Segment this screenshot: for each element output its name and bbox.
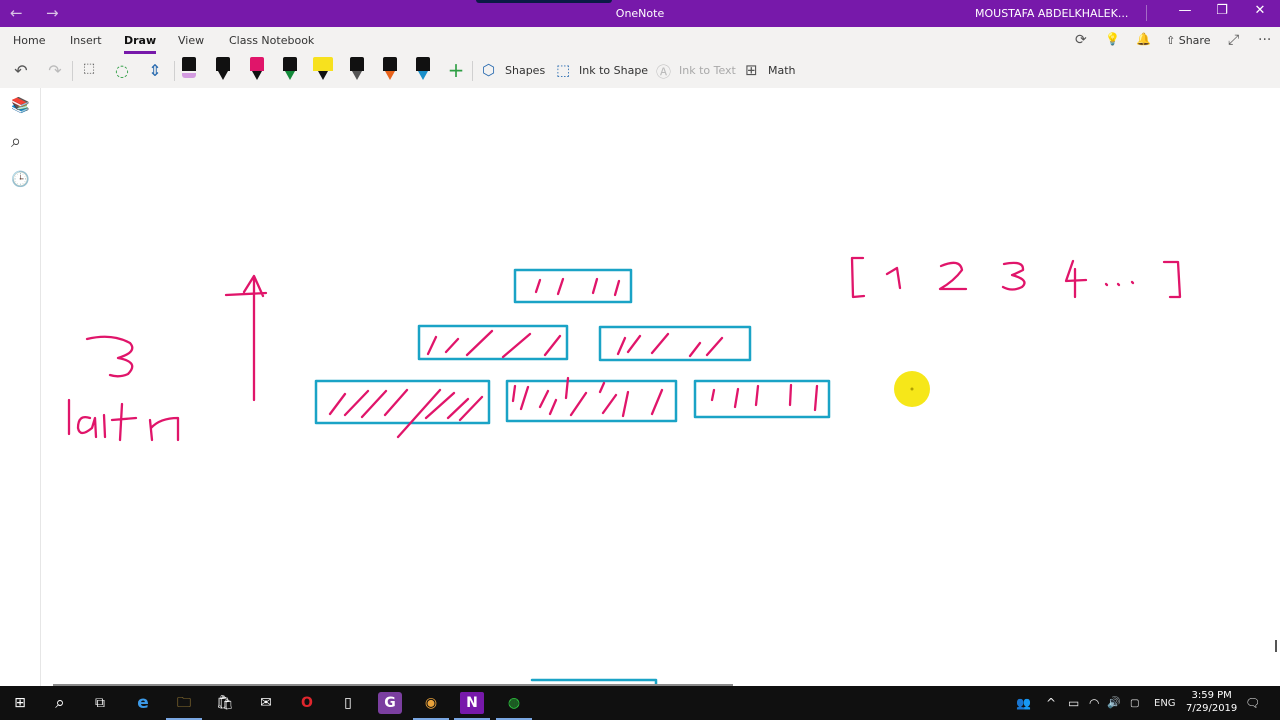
- ink-right-bracket: [1162, 260, 1182, 299]
- taskbar-clock[interactable]: 3:59 PM 7/29/2019: [1186, 689, 1237, 715]
- pen-tool-7[interactable]: [383, 57, 397, 83]
- toolbar-separator: [174, 61, 175, 81]
- toolbar-separator: [472, 61, 473, 81]
- close-button[interactable]: ✕: [1245, 3, 1275, 18]
- opera-icon[interactable]: O: [295, 692, 319, 714]
- math-button[interactable]: Math: [768, 64, 796, 77]
- windows-taskbar: ⊞ ⌕ ⧉ e 🗀 🛍 ✉ O ▯ G ◉ N ◍ 👥 ^ ▭ ◠ 🔊 ▢ EN…: [0, 686, 1280, 720]
- minimize-button[interactable]: —: [1170, 3, 1200, 18]
- chrome-icon[interactable]: ◉: [413, 692, 449, 720]
- recent-icon[interactable]: 🕒: [11, 170, 30, 188]
- ink-box-bottom-3: [693, 379, 831, 419]
- share-button[interactable]: ⇧ Share: [1166, 34, 1210, 47]
- share-label: Share: [1178, 34, 1211, 47]
- notebooks-icon[interactable]: 📚: [11, 96, 30, 114]
- search-icon[interactable]: ⌕: [48, 692, 72, 714]
- pen-tool-2[interactable]: [216, 57, 230, 83]
- blue-boxes: [314, 268, 831, 686]
- file-explorer-icon[interactable]: 🗀: [166, 692, 202, 720]
- clock-time: 3:59 PM: [1191, 690, 1232, 701]
- ink-drawing[interactable]: [41, 88, 1280, 686]
- search-icon[interactable]: ⌕: [11, 131, 21, 152]
- pen-tool-3-selected[interactable]: [250, 57, 264, 83]
- title-divider: [1146, 5, 1147, 21]
- math-icon[interactable]: ⊞: [745, 61, 758, 79]
- add-pen-icon[interactable]: +: [445, 58, 467, 82]
- tab-view[interactable]: View: [178, 34, 204, 47]
- ink-box-top: [513, 268, 633, 304]
- wifi-icon[interactable]: ◠: [1089, 696, 1099, 710]
- ink-box-bottom-2: [505, 379, 678, 423]
- store-icon[interactable]: 🛍: [213, 692, 237, 714]
- battery-icon[interactable]: ▭: [1068, 696, 1079, 710]
- undo-icon[interactable]: ↶: [10, 61, 32, 80]
- more-icon[interactable]: ···: [1258, 32, 1271, 48]
- ink-letter-i: [102, 413, 107, 439]
- onenote-icon[interactable]: N: [454, 692, 490, 720]
- shapes-button[interactable]: Shapes: [505, 64, 545, 77]
- ink-to-text-button: Ink to Text: [679, 64, 736, 77]
- lightbulb-icon[interactable]: 💡: [1105, 32, 1120, 46]
- task-view-icon[interactable]: ⧉: [88, 692, 112, 714]
- sync-icon[interactable]: ⟳: [1075, 32, 1087, 48]
- draw-toolbar: ↶ ↷ ⬚ ◌ ⇕ + ⬡ Shapes ⬚ Ink to Shape Ⓐ In…: [0, 55, 1280, 89]
- shapes-icon[interactable]: ⬡: [482, 61, 495, 79]
- file-icon[interactable]: ▯: [336, 692, 360, 714]
- user-name[interactable]: MOUSTAFA ABDELKHALEK...: [975, 7, 1128, 20]
- tab-draw[interactable]: Draw: [124, 34, 157, 54]
- restore-button[interactable]: ❐: [1207, 3, 1237, 18]
- pink-hatching: [67, 256, 1182, 442]
- bell-icon[interactable]: 🔔: [1136, 32, 1151, 46]
- left-navigation-rail: 📚 ⌕ 🕒: [0, 88, 41, 686]
- edge-icon[interactable]: e: [131, 692, 155, 714]
- ink-ellipsis: [1104, 280, 1135, 287]
- highlighter-tool[interactable]: [313, 57, 333, 83]
- app-icon[interactable]: ◍: [496, 692, 532, 720]
- ink-to-shape-icon[interactable]: ⬚: [556, 61, 570, 79]
- toolbar-separator: [72, 61, 73, 81]
- vertical-scrollbar[interactable]: [1275, 640, 1277, 652]
- ink-number-3: [85, 335, 134, 378]
- ink-letter-t: [110, 402, 138, 442]
- pdf-app-icon[interactable]: G: [378, 692, 402, 714]
- language-indicator[interactable]: ENG: [1154, 698, 1176, 709]
- tray-chevron-icon[interactable]: ^: [1046, 696, 1056, 710]
- pen-tool-4[interactable]: [283, 57, 297, 83]
- ink-digit-4: [1064, 259, 1088, 299]
- share-icon: ⇧: [1166, 34, 1179, 47]
- select-objects-icon[interactable]: ◌: [111, 61, 133, 80]
- title-bar: ← → OneNote MOUSTAFA ABDELKHALEK... — ❐ …: [0, 0, 1280, 27]
- ink-digit-2: [938, 261, 968, 291]
- ink-up-arrow: [224, 274, 268, 402]
- tab-class-notebook[interactable]: Class Notebook: [229, 34, 314, 47]
- start-icon[interactable]: ⊞: [8, 692, 32, 714]
- volume-icon[interactable]: 🔊: [1107, 696, 1121, 709]
- ink-letter-r: [148, 416, 180, 442]
- ink-digit-3: [1001, 261, 1026, 291]
- pen-tool-6[interactable]: [350, 57, 364, 83]
- window-drag-handle[interactable]: [476, 0, 612, 3]
- tab-home[interactable]: Home: [13, 34, 45, 47]
- pen-tool-8[interactable]: [416, 57, 430, 83]
- notifications-icon[interactable]: 🗨: [1245, 696, 1260, 710]
- ink-to-text-icon: Ⓐ: [656, 63, 672, 81]
- insert-space-icon[interactable]: ⇕: [144, 61, 166, 80]
- lasso-select-icon[interactable]: ⬚: [78, 61, 100, 76]
- mail-icon[interactable]: ✉: [254, 692, 278, 714]
- battery-status-icon[interactable]: ▢: [1130, 698, 1139, 709]
- ink-letter-a: [76, 415, 98, 439]
- pen-cursor-point: [910, 387, 914, 391]
- expand-icon[interactable]: ⤢: [1228, 32, 1239, 48]
- ink-to-shape-button[interactable]: Ink to Shape: [579, 64, 648, 77]
- ink-left-bracket: [850, 256, 866, 299]
- tab-insert[interactable]: Insert: [70, 34, 102, 47]
- redo-icon[interactable]: ↷: [44, 61, 66, 80]
- people-icon[interactable]: 👥: [1016, 696, 1031, 710]
- clock-date: 7/29/2019: [1186, 703, 1238, 714]
- ink-digit-1: [885, 266, 902, 290]
- note-canvas[interactable]: [41, 88, 1280, 686]
- ribbon-tabs: Home Insert Draw View Class Notebook ⟳ 💡…: [0, 27, 1280, 55]
- pen-tool-1[interactable]: [182, 57, 196, 83]
